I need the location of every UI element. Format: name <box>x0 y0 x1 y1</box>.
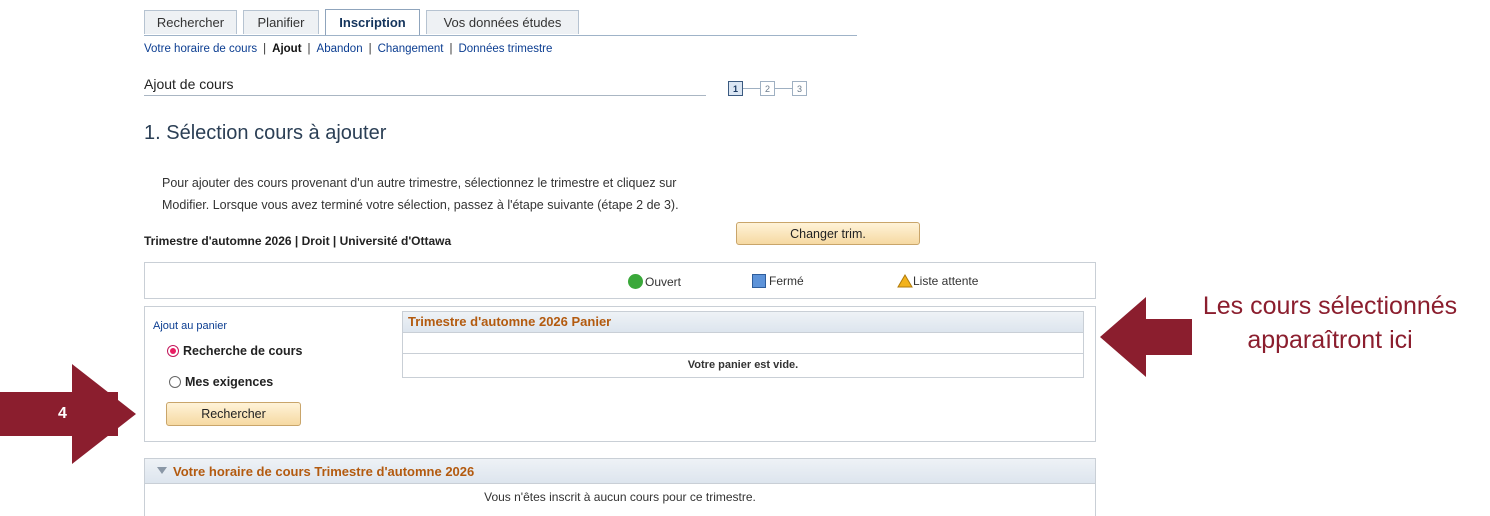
add-to-cart-label: Ajout au panier <box>153 320 227 332</box>
step-indicator-3: 3 <box>792 81 807 96</box>
schedule-header[interactable]: Votre horaire de cours Trimestre d'autom… <box>145 459 1095 484</box>
radio-option-requirements[interactable]: Mes exigences <box>169 375 273 389</box>
subnav-separator: | <box>449 43 453 55</box>
instructions-line-1: Pour ajouter des cours provenant d'un au… <box>162 176 677 190</box>
radio-option-course-search[interactable]: Recherche de cours <box>167 344 303 358</box>
heading-divider <box>144 95 706 96</box>
schedule-title: Votre horaire de cours Trimestre d'autom… <box>173 463 475 479</box>
instructions: Pour ajouter des cours provenant d'un au… <box>162 172 812 216</box>
tab-bar: Rechercher Planifier Inscription Vos don… <box>144 7 857 36</box>
tab-rechercher[interactable]: Rechercher <box>144 10 237 34</box>
cart-title: Trimestre d'automne 2026 Panier <box>403 312 1083 333</box>
search-button[interactable]: Rechercher <box>166 402 301 426</box>
section-title: 1. Sélection cours à ajouter <box>144 122 387 144</box>
step-indicator-1: 1 <box>728 81 743 96</box>
change-term-button[interactable]: Changer trim. <box>736 222 920 245</box>
badge-arrow-right-icon <box>72 364 136 464</box>
subnav-separator: | <box>307 43 311 55</box>
radio-label-course-search: Recherche de cours <box>183 344 303 358</box>
radio-button[interactable] <box>169 376 181 388</box>
sub-navigation: Votre horaire de cours | Ajout | Abandon | Cha… <box>144 43 552 55</box>
tab-inscription[interactable]: Inscription <box>325 9 420 35</box>
subnav-ajout[interactable]: Ajout <box>272 43 301 55</box>
term-info: Trimestre d'automne 2026 | Droit | Unive… <box>144 234 452 248</box>
subnav-changement[interactable]: Changement <box>378 43 444 55</box>
legend-open-label: Ouvert <box>645 274 682 289</box>
subnav-separator: | <box>263 43 267 55</box>
waitlist-triangle-icon <box>897 274 913 288</box>
legend-waitlist-label: Liste attente <box>913 274 979 288</box>
radio-label-requirements: Mes exigences <box>185 375 274 389</box>
callout-text: Les cours sélectionnés apparaîtront ici <box>1202 292 1458 354</box>
subnav-donnees-trimestre[interactable]: Données trimestre <box>458 43 552 55</box>
closed-square-icon <box>752 274 766 288</box>
subnav-abandon[interactable]: Abandon <box>317 43 363 55</box>
legend-closed-label: Fermé <box>769 274 804 288</box>
instructions-line-2: Modifier. Lorsque vous avez terminé votr… <box>162 198 679 212</box>
legend-closed: Fermé <box>752 274 804 288</box>
subnav-horaire[interactable]: Votre horaire de cours <box>144 43 257 55</box>
page-heading: Ajout de cours <box>144 76 234 92</box>
cart-empty-message: Votre panier est vide. <box>687 359 799 371</box>
tab-vos-donnees-etudes[interactable]: Vos données études <box>426 10 579 34</box>
schedule-empty-message: Vous n'êtes inscrit à aucun cours pour c… <box>484 490 756 504</box>
step-connector <box>775 88 792 89</box>
cart-panel: Trimestre d'automne 2026 Panier Votre pa… <box>402 311 1084 378</box>
step-indicator-2: 2 <box>760 81 775 96</box>
open-circle-icon <box>628 274 643 289</box>
tab-planifier[interactable]: Planifier <box>243 10 319 34</box>
collapse-triangle-icon[interactable] <box>157 467 167 475</box>
legend-waitlist: Liste attente <box>897 274 978 288</box>
legend-open: Ouvert <box>628 274 681 289</box>
subnav-separator: | <box>368 43 372 55</box>
callout-arrow-left-icon <box>1100 297 1192 377</box>
cart-header-row <box>403 333 1083 354</box>
radio-button-selected[interactable] <box>167 345 179 357</box>
step-connector <box>743 88 760 89</box>
